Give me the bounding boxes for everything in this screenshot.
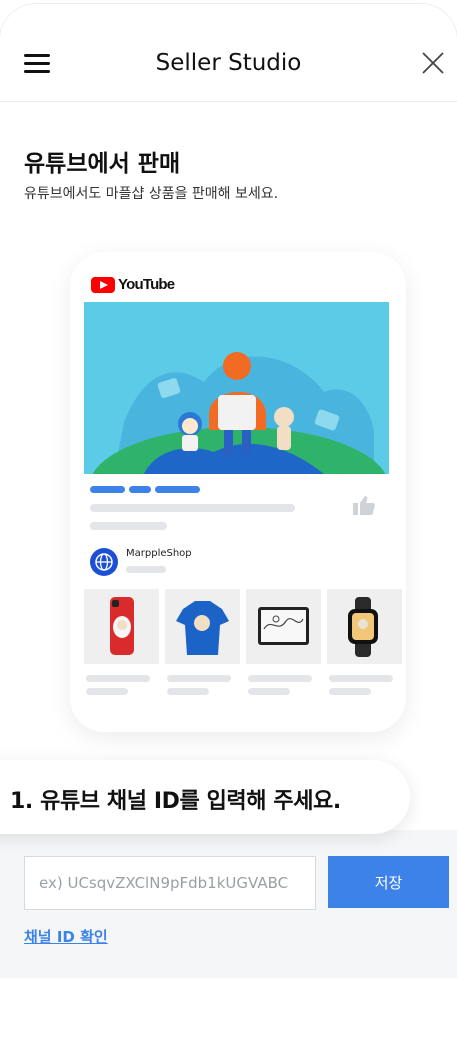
product-tshirt (165, 589, 240, 664)
tag-chip (90, 486, 125, 493)
seller-studio-sheet: Seller Studio 유튜브에서 판매 유튜브에서도 마플샵 상품을 판매… (0, 4, 457, 1063)
verify-channel-id-link[interactable]: 채널 ID 확인 (24, 926, 108, 947)
product-price-placeholder (86, 688, 128, 695)
product-price-placeholder (248, 688, 290, 695)
header-title: Seller Studio (155, 50, 302, 76)
product-tablet (246, 589, 321, 664)
product-title-placeholder (86, 675, 150, 682)
page-subtitle: 유튜브에서도 마플샵 상품을 판매해 보세요. (24, 186, 279, 202)
channel-id-form: 저장 채널 ID 확인 (0, 830, 457, 978)
page-title: 유튜브에서 판매 (24, 151, 181, 177)
channel-meta-placeholder (126, 566, 166, 573)
tag-chip (155, 486, 200, 493)
channel-id-input[interactable] (24, 856, 316, 910)
youtube-play-icon (91, 276, 115, 293)
channel-name: MarppleShop (126, 548, 192, 559)
step-label: 1. 유튜브 채널 ID를 입력해 주세요. (10, 789, 341, 814)
youtube-logo: YouTube (91, 276, 175, 293)
youtube-preview-illustration: YouTube MarppleShop (70, 252, 406, 732)
product-title-placeholder (329, 675, 393, 682)
thumbs-up-icon (353, 496, 375, 515)
product-phone-case (84, 589, 159, 664)
header: Seller Studio (0, 4, 457, 102)
save-button[interactable]: 저장 (328, 856, 449, 908)
youtube-wordmark: YouTube (118, 276, 175, 293)
step-callout: 1. 유튜브 채널 ID를 입력해 주세요. (0, 760, 410, 834)
product-title-placeholder (248, 675, 312, 682)
product-price-placeholder (329, 688, 371, 695)
channel-avatar (90, 548, 118, 576)
channel-banner-image (84, 302, 389, 474)
video-title-placeholder (90, 504, 295, 512)
close-icon[interactable] (420, 50, 446, 76)
video-meta-placeholder (90, 522, 167, 530)
product-title-placeholder (167, 675, 231, 682)
product-price-placeholder (167, 688, 209, 695)
product-smartwatch (327, 589, 402, 664)
tag-chip (129, 486, 151, 493)
